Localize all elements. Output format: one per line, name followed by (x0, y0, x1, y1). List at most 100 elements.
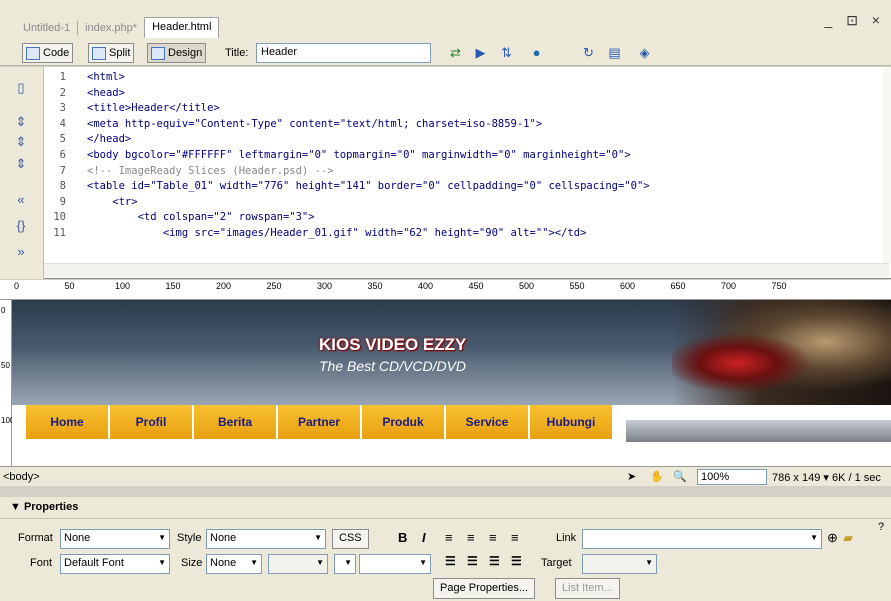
view-options-icon[interactable]: ▤ (606, 45, 623, 61)
code-line[interactable]: 5 </head> (44, 132, 889, 148)
vertical-ruler: 0 50 100 (0, 300, 14, 466)
text-color-swatch[interactable] (334, 554, 356, 574)
justify-icon[interactable]: ≡ (511, 530, 519, 545)
font-select[interactable]: Default Font (60, 554, 170, 574)
zoom-tool-icon[interactable]: 🔍 (673, 470, 687, 483)
indent-icon[interactable]: ☰ (511, 554, 522, 568)
code-view-pane[interactable]: ▯ ⇕ ⇕ ⇕ « {} » 1 <html> 2 <head> 3 <title>Hea… (0, 67, 891, 279)
window-size-info[interactable]: 786 x 149 ▾ 6K / 1 sec (772, 471, 881, 484)
code-text[interactable]: <!-- ImageReady Slices (Header.psd) --> (87, 164, 334, 180)
code-line[interactable]: 8 <table id="Table_01" width="776" height… (44, 179, 889, 195)
page-title-input[interactable]: Header (256, 43, 431, 63)
nav-item-berita[interactable]: Berita (194, 405, 278, 439)
code-line[interactable]: 10 <td colspan="2" rowspan="3"> (44, 210, 889, 226)
code-line[interactable]: 1 <html> (44, 70, 889, 86)
select-parent-tag-icon[interactable]: « (12, 191, 30, 209)
code-editor[interactable]: 1 <html> 2 <head> 3 <title>Header</title> 4 <me… (44, 70, 889, 242)
code-text[interactable]: <tr> (87, 195, 137, 211)
code-line[interactable]: 11 <img src="images/Header_01.gif" width… (44, 226, 889, 242)
align-right-icon[interactable]: ≡ (489, 530, 497, 545)
expand-all-icon[interactable]: ⇕ (12, 155, 30, 173)
code-view-button[interactable]: Code (22, 43, 74, 63)
vertical-scrollbar[interactable] (883, 67, 891, 263)
code-line[interactable]: 9 <tr> (44, 195, 889, 211)
code-line[interactable]: 4 <meta http-equiv="Content-Type" content… (44, 117, 889, 133)
horizontal-ruler: 0 50 100 150 200 250 300 350 400 450 500 550 600 650 7… (0, 280, 891, 300)
file-management-icon[interactable]: ⇄ (447, 45, 464, 61)
line-number: 2 (59, 86, 66, 99)
page-properties-button[interactable]: Page Properties... (433, 578, 536, 599)
tab-untitled-1[interactable]: Untitled-1 (16, 18, 77, 38)
nav-item-home[interactable]: Home (26, 405, 110, 439)
code-text[interactable]: <img src="images/Header_01.gif" width="6… (87, 226, 587, 242)
unordered-list-icon[interactable]: ☰ (445, 554, 456, 568)
align-left-icon[interactable]: ≡ (445, 530, 453, 545)
code-line[interactable]: 2 <head> (44, 86, 889, 102)
preview-icon[interactable]: ▶ (472, 45, 489, 61)
format-label: Format (18, 532, 53, 544)
code-text[interactable]: <html> (87, 70, 125, 86)
ruler-tick-label: 750 (771, 281, 787, 291)
size-unit-select[interactable] (268, 554, 328, 574)
tab-index-php[interactable]: index.php* (78, 18, 144, 38)
properties-header[interactable]: ▼ Properties (0, 497, 891, 519)
nav-item-produk[interactable]: Produk (362, 405, 446, 439)
horizontal-scrollbar[interactable] (44, 263, 889, 277)
code-text[interactable]: <meta http-equiv="Content-Type" content=… (87, 117, 542, 133)
collapse-tag-icon[interactable]: ⇕ (12, 113, 30, 131)
design-view-pane[interactable]: KIOS VIDEO EZZY The Best CD/VCD/DVD Home… (12, 300, 891, 466)
italic-button[interactable]: I (422, 530, 426, 545)
outdent-icon[interactable]: ☰ (489, 554, 500, 568)
size-select[interactable]: None (206, 554, 262, 574)
balance-braces-icon[interactable]: {} (12, 217, 30, 235)
more-tools-icon[interactable]: » (12, 243, 30, 261)
align-center-icon[interactable]: ≡ (467, 530, 475, 545)
refresh-icon[interactable]: ↻ (580, 45, 597, 61)
code-line[interactable]: 7 <!-- ImageReady Slices (Header.psd) --> (44, 164, 889, 180)
design-view-button[interactable]: Design (147, 43, 207, 63)
help-icon[interactable]: ? (878, 521, 884, 533)
ruler-tick-label: 250 (266, 281, 282, 291)
tag-selector[interactable]: <body> (3, 471, 40, 483)
code-line[interactable]: 3 <title>Header</title> (44, 101, 889, 117)
nav-item-profil[interactable]: Profil (110, 405, 194, 439)
code-text[interactable]: <table id="Table_01" width="776" height=… (87, 179, 650, 195)
code-text[interactable]: <head> (87, 86, 125, 102)
target-label: Target (541, 557, 572, 569)
browser-globe-icon[interactable]: ● (528, 45, 545, 61)
point-to-file-icon[interactable]: ⊕ (827, 530, 838, 546)
code-text[interactable]: <title>Header</title> (87, 101, 220, 117)
code-line[interactable]: 6 <body bgcolor="#FFFFFF" leftmargin="0" … (44, 148, 889, 164)
visual-aids-icon[interactable]: ◈ (636, 45, 653, 61)
browse-folder-icon[interactable]: ▰ (843, 530, 853, 546)
window-controls[interactable]: _ ⊡ × (825, 12, 885, 29)
style-select[interactable]: None (206, 529, 326, 549)
list-item-button[interactable]: List Item... (555, 578, 620, 599)
nav-item-service[interactable]: Service (446, 405, 530, 439)
link-input[interactable] (582, 529, 822, 549)
site-title: KIOS VIDEO EZZY (319, 335, 467, 354)
nav-item-partner[interactable]: Partner (278, 405, 362, 439)
select-tool-icon[interactable]: ➤ (627, 470, 636, 483)
line-number: 1 (59, 71, 66, 83)
collapse-selection-icon[interactable]: ⇕ (12, 133, 30, 151)
format-select[interactable]: None (60, 529, 170, 549)
zoom-select[interactable]: 100% (697, 469, 767, 485)
ruler-tick-label: 700 (721, 281, 737, 291)
font-label: Font (30, 557, 53, 569)
code-text[interactable]: <body bgcolor="#FFFFFF" leftmargin="0" t… (87, 148, 631, 164)
hand-tool-icon[interactable]: ✋ (650, 470, 664, 483)
open-documents-icon[interactable]: ▯ (12, 79, 30, 97)
text-color-input[interactable] (359, 554, 431, 574)
code-text[interactable]: </head> (87, 132, 131, 148)
tab-header-html[interactable]: Header.html (144, 17, 220, 38)
nav-item-hubungi[interactable]: Hubungi (530, 405, 614, 439)
code-text[interactable]: <td colspan="2" rowspan="3"> (87, 210, 315, 226)
properties-title: ▼ Properties (10, 501, 79, 513)
ordered-list-icon[interactable]: ☰ (467, 554, 478, 568)
split-view-button[interactable]: Split (88, 43, 135, 63)
target-select[interactable] (582, 554, 657, 574)
css-button[interactable]: CSS (332, 529, 369, 549)
debug-icon[interactable]: ⇅ (498, 45, 515, 61)
bold-button[interactable]: B (398, 530, 407, 545)
